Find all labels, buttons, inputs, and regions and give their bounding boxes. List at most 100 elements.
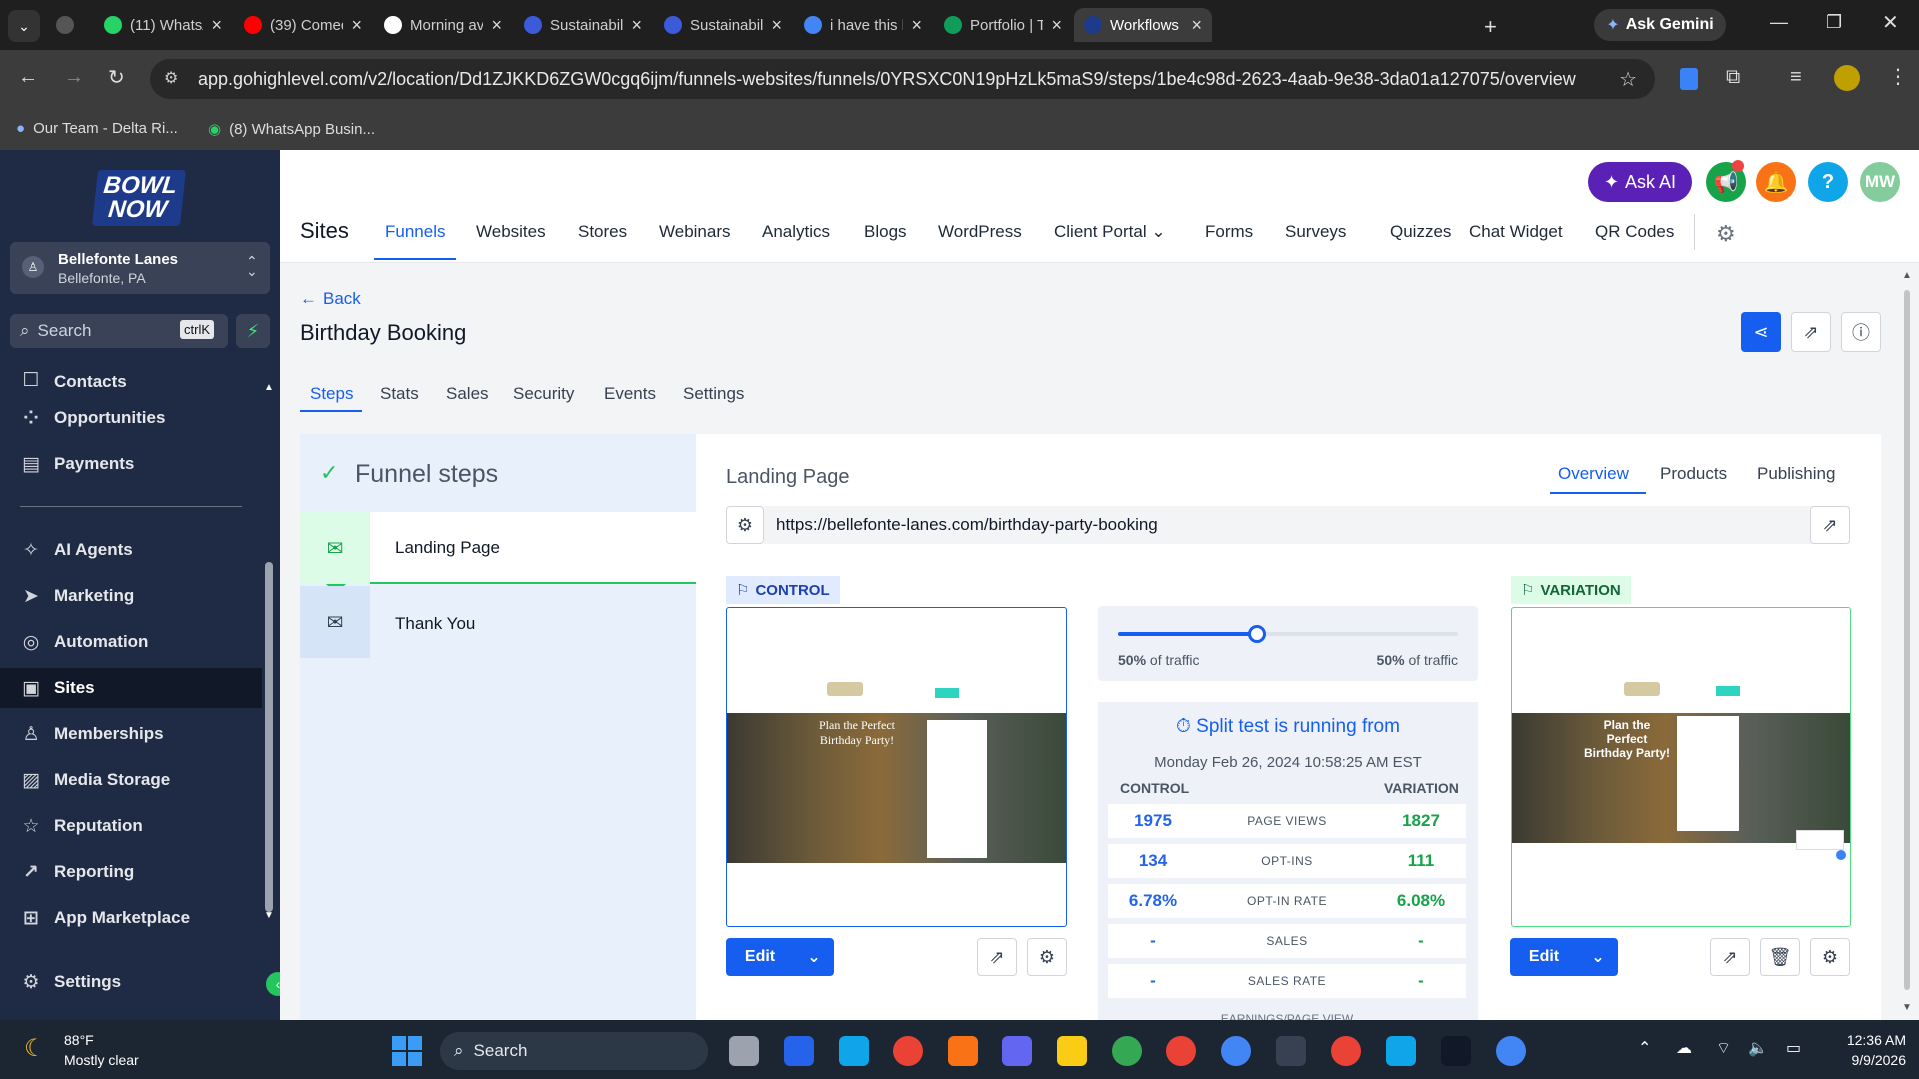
chevron-down-icon[interactable]: ⌄ bbox=[794, 947, 834, 967]
extensions-puzzle-icon[interactable]: ⧉ bbox=[1726, 66, 1740, 89]
file-explorer-icon[interactable] bbox=[1057, 1036, 1087, 1066]
info-button[interactable]: ⓘ bbox=[1841, 312, 1881, 352]
terminal-icon[interactable] bbox=[1276, 1036, 1306, 1066]
url-settings-button[interactable]: ⚙ bbox=[726, 506, 764, 544]
upwork-icon[interactable] bbox=[1441, 1036, 1471, 1066]
tab-quizzes[interactable]: Quizzes bbox=[1390, 222, 1451, 242]
funnel-step-landing-page[interactable]: ✉ Landing Page bbox=[300, 512, 696, 594]
tab-search-button[interactable]: ⌄ bbox=[8, 10, 40, 42]
sites-settings-gear-icon[interactable]: ⚙ bbox=[1716, 221, 1736, 247]
tab-blogs[interactable]: Blogs bbox=[864, 222, 907, 242]
clock-time[interactable]: 12:36 AM bbox=[1826, 1032, 1906, 1048]
quick-action-bolt-icon[interactable]: ⚡ bbox=[236, 314, 270, 348]
sidebar-search[interactable]: ⌕ Search ctrlK bbox=[10, 314, 228, 348]
wifi-icon[interactable]: ⌔ bbox=[1716, 1038, 1731, 1058]
volume-icon[interactable]: 🔈 bbox=[1748, 1038, 1768, 1058]
variation-settings-button[interactable]: ⚙ bbox=[1810, 938, 1850, 976]
funnel-tab-sales[interactable]: Sales bbox=[446, 384, 489, 404]
browser-tab[interactable]: i have this h × bbox=[794, 8, 932, 42]
sidebar-item-sites[interactable]: ▣ Sites bbox=[0, 668, 262, 708]
browser-tab[interactable]: Sustainabilit × bbox=[514, 8, 652, 42]
new-tab-button[interactable]: + bbox=[1484, 14, 1497, 40]
task-view-icon[interactable] bbox=[729, 1036, 759, 1066]
store-icon[interactable] bbox=[784, 1036, 814, 1066]
control-edit-button[interactable]: Edit ⌄ bbox=[726, 938, 834, 976]
funnel-step-thank-you[interactable]: ✉ Thank You bbox=[300, 586, 696, 658]
tab-funnels[interactable]: Funnels bbox=[385, 222, 445, 242]
tab-close-icon[interactable]: × bbox=[911, 15, 922, 36]
step-tab-publishing[interactable]: Publishing bbox=[1757, 464, 1835, 484]
battery-icon[interactable]: ▭ bbox=[1786, 1038, 1801, 1058]
weather-desc[interactable]: Mostly clear bbox=[64, 1052, 139, 1068]
chrome-icon[interactable] bbox=[1221, 1036, 1251, 1066]
open-funnel-button[interactable]: ⇗ bbox=[1791, 312, 1831, 352]
browser-tab[interactable] bbox=[46, 8, 90, 42]
funnel-tab-stats[interactable]: Stats bbox=[380, 384, 419, 404]
variation-preview[interactable]: Plan the Perfect Birthday Party! bbox=[1511, 607, 1851, 927]
tab-close-icon[interactable]: × bbox=[1051, 15, 1062, 36]
teams-icon[interactable] bbox=[1002, 1036, 1032, 1066]
chrome-icon[interactable] bbox=[1166, 1036, 1196, 1066]
ask-gemini-button[interactable]: ✦ Ask Gemini bbox=[1594, 9, 1726, 41]
chrome-icon[interactable] bbox=[1331, 1036, 1361, 1066]
browser-tab[interactable]: Morning ava× bbox=[374, 8, 512, 42]
sidebar-item-memberships[interactable]: ♙ Memberships bbox=[20, 714, 260, 754]
tab-close-icon[interactable]: × bbox=[1191, 15, 1202, 36]
tab-surveys[interactable]: Surveys bbox=[1285, 222, 1346, 242]
chevron-down-icon[interactable]: ⌄ bbox=[1578, 947, 1618, 967]
tab-stores[interactable]: Stores bbox=[578, 222, 627, 242]
chrome-icon[interactable] bbox=[1112, 1036, 1142, 1066]
windows-start-icon[interactable] bbox=[392, 1036, 422, 1066]
variation-delete-button[interactable]: 🗑 bbox=[1760, 938, 1800, 976]
bookmark-star-icon[interactable]: ☆ bbox=[1619, 67, 1637, 92]
browser-tab[interactable]: (39) Comedy× bbox=[234, 8, 372, 42]
ask-ai-button[interactable]: ✦ Ask AI bbox=[1588, 162, 1692, 202]
weather-temp[interactable]: 88°F bbox=[64, 1032, 94, 1048]
variation-open-button[interactable]: ⇗ bbox=[1710, 938, 1750, 976]
url-bar[interactable]: ⚙ app.gohighlevel.com/v2/location/Dd1ZJK… bbox=[150, 59, 1655, 99]
bowlnow-logo[interactable]: BOWL NOW bbox=[92, 170, 186, 226]
sidebar-scrollbar[interactable]: ▲ ▼ bbox=[264, 382, 274, 922]
bookmark-whatsapp[interactable]: ◉ (8) WhatsApp Busin... bbox=[208, 120, 375, 139]
control-preview[interactable]: Plan the Perfect Birthday Party! bbox=[726, 607, 1067, 927]
site-info-icon[interactable]: ⚙ bbox=[164, 68, 178, 88]
control-settings-button[interactable]: ⚙ bbox=[1027, 938, 1067, 976]
user-avatar[interactable]: MW bbox=[1860, 162, 1900, 202]
forward-nav-icon[interactable]: → bbox=[64, 66, 84, 89]
funnel-tab-steps[interactable]: Steps bbox=[310, 384, 353, 404]
tab-forms[interactable]: Forms bbox=[1205, 222, 1253, 242]
reload-icon[interactable]: ↻ bbox=[108, 65, 125, 90]
sidebar-item-opportunities[interactable]: ⁘ Opportunities bbox=[20, 398, 260, 438]
app-icon[interactable] bbox=[948, 1036, 978, 1066]
share-button[interactable]: ⋖ bbox=[1741, 312, 1781, 352]
onedrive-icon[interactable]: ☁ bbox=[1676, 1038, 1692, 1058]
sidebar-item-automation[interactable]: ◎ Automation bbox=[20, 622, 260, 662]
browser-menu-icon[interactable]: ⋮ bbox=[1888, 64, 1908, 89]
tab-close-icon[interactable]: × bbox=[351, 15, 362, 36]
sidebar-item-contacts[interactable]: ☐ Contacts bbox=[20, 368, 260, 392]
help-button[interactable]: ? bbox=[1808, 162, 1848, 202]
tab-websites[interactable]: Websites bbox=[476, 222, 546, 242]
tab-close-icon[interactable]: × bbox=[771, 15, 782, 36]
tab-close-icon[interactable]: × bbox=[211, 15, 222, 36]
step-tab-products[interactable]: Products bbox=[1660, 464, 1727, 484]
traffic-slider-track[interactable] bbox=[1118, 625, 1458, 643]
minimize-button[interactable]: — bbox=[1770, 12, 1788, 33]
sidebar-item-media-storage[interactable]: ▨ Media Storage bbox=[20, 760, 260, 800]
funnel-tab-settings[interactable]: Settings bbox=[683, 384, 744, 404]
funnel-tab-security[interactable]: Security bbox=[513, 384, 574, 404]
browser-tab[interactable]: Workflows li × bbox=[1074, 8, 1212, 42]
vscode-icon[interactable] bbox=[1386, 1036, 1416, 1066]
weather-moon-icon[interactable]: ☾ bbox=[24, 1034, 46, 1063]
traffic-slider-handle[interactable] bbox=[1248, 625, 1267, 643]
media-control-icon[interactable]: ≡ bbox=[1790, 66, 1802, 89]
tab-webinars[interactable]: Webinars bbox=[659, 222, 731, 242]
funnel-tab-events[interactable]: Events bbox=[604, 384, 656, 404]
tab-close-icon[interactable]: × bbox=[491, 15, 502, 36]
variation-edit-button[interactable]: Edit ⌄ bbox=[1510, 938, 1618, 976]
sidebar-item-reporting[interactable]: ↗ Reporting bbox=[20, 852, 260, 892]
profile-avatar[interactable] bbox=[1834, 65, 1860, 91]
back-link[interactable]: ← Back bbox=[300, 289, 361, 309]
extension-icon[interactable] bbox=[1680, 68, 1698, 90]
sidebar-item-app-marketplace[interactable]: ⊞ App Marketplace bbox=[20, 898, 260, 938]
